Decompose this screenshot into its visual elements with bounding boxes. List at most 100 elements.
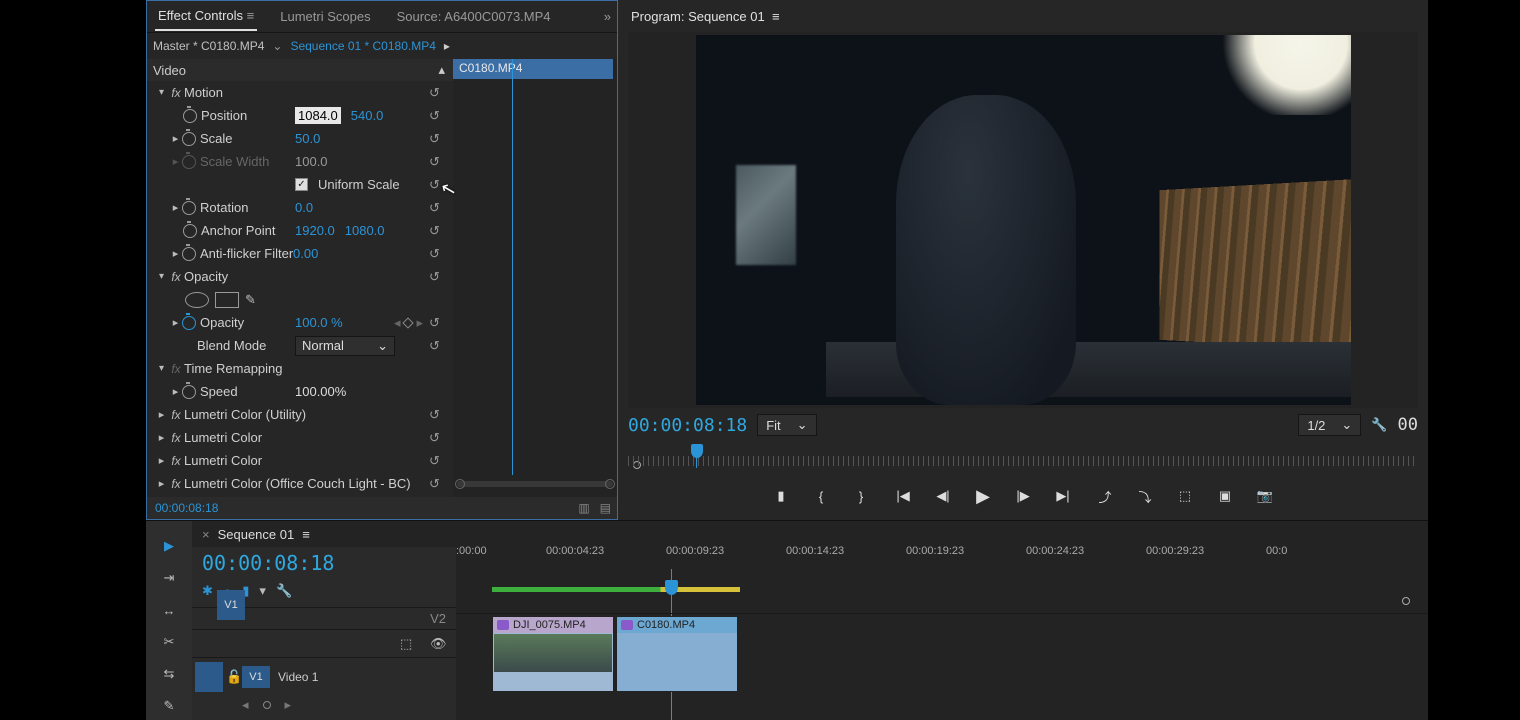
next-kf-icon[interactable]: ▸ xyxy=(285,697,292,713)
snap-icon[interactable]: ✱ xyxy=(202,583,213,599)
effect-lumetri-2[interactable]: ▸ fx Lumetri Color ↺ xyxy=(147,449,453,472)
mask-ellipse-icon[interactable] xyxy=(185,292,209,308)
add-kf-icon[interactable] xyxy=(263,701,271,709)
timeline-tracks[interactable]: :00:00 00:00:04:23 00:00:09:23 00:00:14:… xyxy=(456,521,1428,720)
antiflicker-value[interactable]: 0.00 xyxy=(293,246,318,261)
pen-tool-icon[interactable]: ✎ xyxy=(156,695,182,717)
video-section-header[interactable]: Video ▴ xyxy=(147,59,453,81)
track-target-v1[interactable]: V1 xyxy=(242,666,270,688)
toggle-sync-lock-icon[interactable]: ⬚ xyxy=(400,636,418,652)
track-select-tool-icon[interactable]: ⇥ xyxy=(156,567,182,589)
program-timecode[interactable]: 00:00:08:18 xyxy=(628,415,747,436)
panel-menu-icon[interactable]: ≡ xyxy=(302,527,310,542)
reset-icon[interactable]: ↺ xyxy=(429,85,447,101)
fx-badge-icon[interactable]: fx xyxy=(168,431,184,445)
position-x-input[interactable]: 1084.0 xyxy=(295,107,341,124)
resolution-select[interactable]: 1/2⌄ xyxy=(1298,414,1361,436)
reset-icon[interactable]: ↺ xyxy=(429,223,447,239)
reset-icon[interactable]: ↺ xyxy=(429,407,447,423)
source-patch-v1[interactable] xyxy=(195,662,223,692)
tab-source[interactable]: Source: A6400C0073.MP4 xyxy=(394,3,554,30)
twisty-icon[interactable]: ▸ xyxy=(169,132,182,145)
step-forward-button[interactable]: |▶ xyxy=(1012,485,1034,507)
anchor-y-value[interactable]: 1080.0 xyxy=(345,223,385,238)
program-ruler[interactable] xyxy=(628,444,1418,472)
mask-pen-icon[interactable]: ✎ xyxy=(245,292,263,308)
add-marker-button[interactable]: ▮ xyxy=(770,485,792,507)
reset-icon[interactable]: ↺ xyxy=(429,269,447,285)
reset-icon[interactable]: ↺ xyxy=(429,430,447,446)
reset-icon[interactable]: ↺ xyxy=(429,338,447,354)
lift-button[interactable]: ⤴ xyxy=(1094,485,1116,507)
reset-icon[interactable]: ↺ xyxy=(429,453,447,469)
overflow-icon[interactable]: » xyxy=(604,9,611,24)
twisty-icon[interactable]: ▾ xyxy=(155,271,168,282)
fx-badge-icon[interactable]: fx xyxy=(168,270,184,284)
settings-icon[interactable]: ▾ xyxy=(259,583,266,599)
effect-motion[interactable]: ▾ fx Motion ↺ xyxy=(147,81,453,104)
twisty-icon[interactable]: ▸ xyxy=(169,247,182,260)
play-icon[interactable]: ▸ xyxy=(444,39,450,53)
mask-rect-icon[interactable] xyxy=(215,292,239,308)
reset-icon[interactable]: ↺ xyxy=(429,246,447,262)
anchor-x-value[interactable]: 1920.0 xyxy=(295,223,335,238)
fx-badge-icon[interactable]: fx xyxy=(168,408,184,422)
effect-lumetri-office[interactable]: ▸ fx Lumetri Color (Office Couch Light -… xyxy=(147,472,453,495)
timeline-timecode[interactable]: 00:00:08:18 xyxy=(192,547,456,579)
fx-badge-icon[interactable]: fx xyxy=(168,362,184,376)
sequence-tab[interactable]: × Sequence 01 ≡ xyxy=(192,521,456,547)
go-to-out-button[interactable]: ▶| xyxy=(1052,485,1074,507)
stopwatch-icon[interactable] xyxy=(182,316,196,330)
fx-badge-icon[interactable]: fx xyxy=(168,477,184,491)
reset-icon[interactable]: ↺ xyxy=(429,315,447,331)
track-v1-header[interactable]: 🔓 V1 Video 1 xyxy=(192,657,456,695)
opacity-value[interactable]: 100.0 % xyxy=(295,315,343,330)
effects-playhead[interactable] xyxy=(512,59,513,475)
effect-time-remap[interactable]: ▾ fx Time Remapping xyxy=(147,357,453,380)
stopwatch-icon[interactable] xyxy=(182,385,196,399)
reset-icon[interactable]: ↺ xyxy=(429,476,447,492)
go-to-in-button[interactable]: |◀ xyxy=(892,485,914,507)
position-y-value[interactable]: 540.0 xyxy=(351,108,384,123)
twisty-icon[interactable]: ▸ xyxy=(155,408,168,421)
razor-tool-icon[interactable]: ✂ xyxy=(156,631,182,653)
reset-icon[interactable]: ↺ xyxy=(429,131,447,147)
stopwatch-icon[interactable] xyxy=(182,201,196,215)
reset-icon[interactable]: ↺ xyxy=(429,108,447,124)
effects-zoom-scroll[interactable] xyxy=(457,481,613,487)
keyframe-nav[interactable]: ◂▸ xyxy=(394,315,423,331)
toggle-icon[interactable]: ▥ xyxy=(578,501,589,515)
timeline-ruler[interactable]: :00:00 00:00:04:23 00:00:09:23 00:00:14:… xyxy=(456,545,1428,581)
effects-track-clip[interactable]: C0180.MP4 xyxy=(453,59,613,79)
reset-icon[interactable]: ↺ xyxy=(429,200,447,216)
step-back-button[interactable]: ◀| xyxy=(932,485,954,507)
rotation-value[interactable]: 0.0 xyxy=(295,200,313,215)
uniform-scale-checkbox[interactable]: ✓ xyxy=(295,178,308,191)
close-icon[interactable]: × xyxy=(202,527,210,542)
footer-timecode[interactable]: 00:00:08:18 xyxy=(155,501,218,515)
twisty-icon[interactable]: ▸ xyxy=(169,316,182,329)
zoom-select[interactable]: Fit⌄ xyxy=(757,414,816,436)
twisty-icon[interactable]: ▾ xyxy=(155,363,168,374)
scale-value[interactable]: 50.0 xyxy=(295,131,320,146)
toggle-track-output-icon[interactable]: 👁 xyxy=(430,636,448,652)
selection-tool-icon[interactable]: ▶ xyxy=(156,535,182,557)
twisty-icon[interactable]: ▸ xyxy=(169,201,182,214)
chevron-down-icon[interactable]: ⌄ xyxy=(272,39,282,53)
timeline-clip[interactable]: DJI_0075.MP4 xyxy=(492,616,614,692)
effect-timeline[interactable]: ▸0:00:09:23 C0180.MP4 xyxy=(453,59,617,497)
tab-effect-controls[interactable]: Effect Controls ≡ xyxy=(155,2,257,31)
wrench-icon[interactable]: 🔧 xyxy=(276,583,292,599)
extract-button[interactable]: ⤵ xyxy=(1134,485,1156,507)
lock-icon[interactable]: 🔓 xyxy=(226,669,242,685)
twisty-icon[interactable]: ▸ xyxy=(155,431,168,444)
prev-kf-icon[interactable]: ◂ xyxy=(242,697,249,713)
fx-badge-icon[interactable]: fx xyxy=(168,86,184,100)
export-frame-button[interactable]: ⬚ xyxy=(1174,485,1196,507)
twisty-icon[interactable]: ▸ xyxy=(155,477,168,490)
stopwatch-icon[interactable] xyxy=(182,247,196,261)
master-clip-name[interactable]: Master * C0180.MP4 xyxy=(153,39,264,53)
stopwatch-icon[interactable] xyxy=(182,132,196,146)
mark-out-button[interactable]: } xyxy=(850,485,872,507)
collapse-caret-icon[interactable]: ▴ xyxy=(438,62,447,78)
